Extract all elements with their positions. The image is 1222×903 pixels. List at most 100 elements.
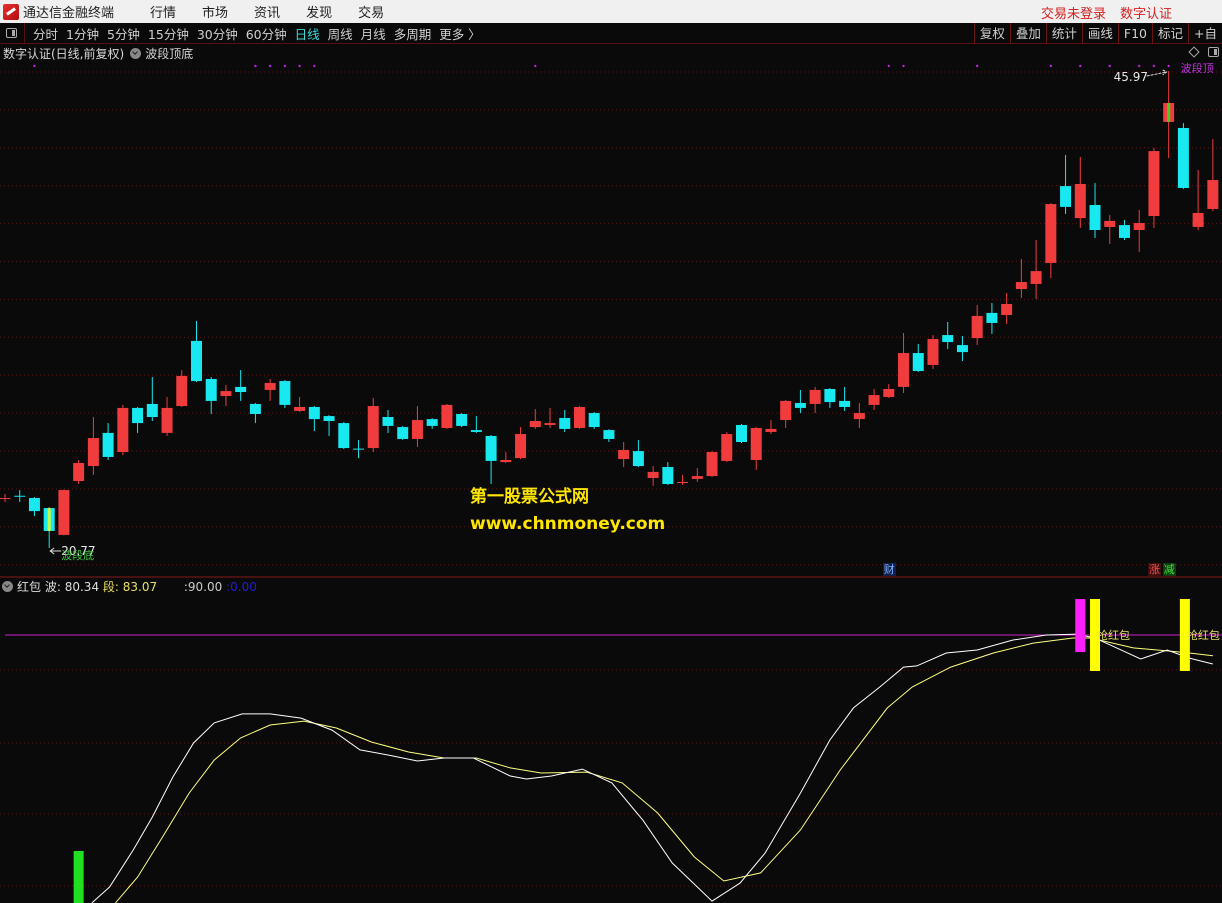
signal-dot: [313, 64, 316, 68]
candle-body: [500, 459, 512, 463]
high-price-label: 45.97: [1114, 70, 1148, 84]
candle-body: [1177, 127, 1189, 188]
event-reduce-tag[interactable]: 减: [1162, 563, 1176, 576]
candle-body: [824, 389, 836, 403]
candle-body: [706, 452, 718, 477]
candle-body: [898, 353, 910, 387]
signal-dot: [1138, 64, 1141, 68]
wave-value: 80.34: [64, 579, 100, 594]
signal-bar: [1075, 599, 1086, 653]
candle-body: [1118, 225, 1130, 238]
candle-body: [618, 449, 630, 460]
candle-body: [338, 423, 350, 449]
signal-dot: [975, 64, 979, 68]
signal-dot: [1152, 64, 1156, 68]
candle-body: [73, 463, 85, 481]
signal-dot: [283, 64, 287, 68]
segment-value: 83.07: [122, 579, 158, 594]
candle-body: [1089, 205, 1101, 230]
candle-body: [1207, 180, 1219, 209]
candle-body: [927, 339, 939, 365]
candle-body: [780, 400, 792, 421]
zero-value: :0.00: [226, 579, 257, 594]
candle-body: [249, 403, 261, 414]
signal-label: 抢红包: [1097, 628, 1130, 642]
candle-body: [573, 406, 585, 428]
candle-body: [750, 427, 762, 460]
signal-dot: [887, 64, 890, 68]
signal-bar: [73, 851, 84, 903]
kline-chart[interactable]: 45.97 20.77 波段底 波段顶 抢红包 抢红包: [0, 0, 1222, 903]
candle-body: [662, 466, 674, 485]
candle-body: [441, 404, 453, 428]
candle-body: [367, 406, 379, 449]
indicator-name[interactable]: 红包: [17, 578, 41, 595]
candle-body: [294, 406, 306, 411]
candle-body: [765, 428, 777, 432]
signal-dot: [1167, 64, 1170, 68]
signal-label: 抢红包: [1187, 628, 1220, 642]
candle-body: [1030, 271, 1042, 284]
candle-body: [426, 419, 438, 426]
watermark-title: 第一股票公式网: [470, 487, 589, 507]
top-signal-label: 波段顶: [1181, 61, 1214, 75]
candle-body: [588, 413, 600, 428]
signal-dot: [534, 64, 537, 68]
event-rise-tag[interactable]: 涨: [1147, 563, 1161, 576]
indicator-header: 红包 波: 80.34 段: 83.07 :90.00 :0.00: [2, 578, 257, 595]
event-finance-tag[interactable]: 财: [882, 563, 896, 576]
candle-body: [485, 435, 497, 461]
candle-body: [839, 400, 851, 407]
candle-body: [603, 430, 615, 439]
segment-label: 段:: [102, 580, 119, 594]
candle-body: [868, 395, 880, 405]
candle-body: [912, 353, 924, 372]
candle-body: [308, 406, 320, 420]
candle-body: [0, 498, 11, 500]
candle-body: [14, 495, 26, 497]
candle-body: [117, 407, 129, 453]
candle-body: [87, 438, 99, 467]
candle-body: [58, 490, 70, 535]
candle-body: [235, 386, 247, 393]
candle-body: [883, 389, 895, 397]
candle-body: [559, 417, 571, 429]
candle-body: [176, 375, 188, 407]
candle-body: [161, 407, 173, 433]
candle-body: [1133, 222, 1145, 230]
candle-body: [279, 381, 291, 405]
candle-highlight: [1167, 102, 1171, 122]
candle-body: [190, 340, 202, 382]
candle-body: [470, 430, 482, 432]
candle-body: [1074, 184, 1086, 219]
candle-body: [102, 432, 114, 457]
candle-body: [264, 382, 276, 390]
segment-line: [115, 637, 1213, 903]
level-value: :90.00: [183, 579, 223, 594]
wave-label: 波:: [44, 580, 61, 594]
candle-body: [632, 451, 644, 467]
candle-body: [544, 423, 556, 425]
signal-dot: [1079, 64, 1082, 68]
signal-dot: [33, 64, 36, 68]
candle-body: [397, 427, 409, 439]
candle-body: [205, 378, 217, 401]
candle-body: [515, 434, 527, 459]
candle-body: [809, 389, 821, 404]
chevron-down-icon[interactable]: [2, 581, 13, 592]
candle-body: [647, 471, 659, 478]
candle-body: [28, 498, 40, 512]
candle-highlight: [47, 508, 51, 531]
bottom-signal-label: 波段底: [61, 548, 94, 562]
candle-body: [353, 448, 365, 450]
candle-body: [736, 424, 747, 442]
candle-body: [942, 335, 954, 343]
candle-body: [1060, 186, 1072, 207]
candle-body: [382, 417, 394, 426]
candle-body: [853, 413, 865, 420]
candle-body: [1001, 304, 1013, 315]
candle-body: [323, 416, 335, 421]
candle-body: [677, 481, 689, 484]
candle-body: [1015, 282, 1027, 290]
high-arrow-icon: [1146, 69, 1168, 77]
